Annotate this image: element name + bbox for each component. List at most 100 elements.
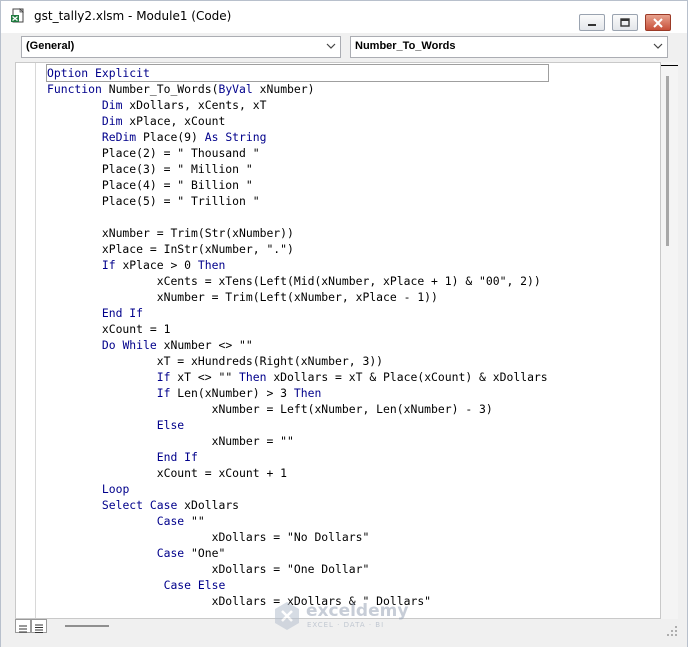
code-line[interactable]: Dim xDollars, xCents, xT xyxy=(47,97,548,113)
code-line[interactable]: Function Number_To_Words(ByVal xNumber) xyxy=(47,81,548,97)
code-line[interactable]: End If xyxy=(47,305,548,321)
code-token: xDollars xyxy=(177,498,240,512)
code-keyword: Then xyxy=(293,386,322,400)
code-token: Place(2) = " Thousand " xyxy=(47,146,260,160)
procedure-combo-value: Number_To_Words xyxy=(355,40,456,52)
chevron-down-icon xyxy=(326,43,336,49)
margin-indicator-bar[interactable] xyxy=(16,63,36,618)
code-line[interactable]: Do While xNumber <> "" xyxy=(47,337,548,353)
code-line[interactable]: Case "One" xyxy=(47,545,548,561)
code-keyword: As String xyxy=(204,130,267,144)
procedure-view-button[interactable] xyxy=(15,619,31,633)
code-keyword: Do While xyxy=(101,338,157,352)
code-line[interactable]: xDollars = "One Dollar" xyxy=(47,561,548,577)
horizontal-scroll-thumb[interactable] xyxy=(65,625,109,627)
code-keyword: End If xyxy=(101,306,144,320)
scroll-thumb[interactable] xyxy=(666,76,669,246)
code-line[interactable]: Place(4) = " Billion " xyxy=(47,177,548,193)
code-keyword: ReDim xyxy=(101,130,137,144)
code-token: xNumber <> "" xyxy=(156,338,253,352)
code-line[interactable]: xCount = 1 xyxy=(47,321,548,337)
code-line[interactable]: Place(5) = " Trillion " xyxy=(47,193,548,209)
code-token: xNumber = Trim(Str(xNumber)) xyxy=(47,226,294,240)
code-token: Place(5) = " Trillion " xyxy=(47,194,260,208)
code-token: xPlace = InStr(xNumber, ".") xyxy=(47,242,294,256)
code-token: "One" xyxy=(184,546,226,560)
code-keyword: End If xyxy=(156,450,198,464)
code-line[interactable]: If xT <> "" Then xDollars = xT & Place(x… xyxy=(47,369,548,385)
code-line[interactable]: xNumber = Trim(Str(xNumber)) xyxy=(47,225,548,241)
code-line[interactable]: xCount = xCount + 1 xyxy=(47,465,548,481)
code-line[interactable] xyxy=(47,209,548,225)
code-token: xPlace > 0 xyxy=(115,258,198,272)
code-line[interactable]: End If xyxy=(47,449,548,465)
code-line[interactable]: xNumber = "" xyxy=(47,433,548,449)
title-bar[interactable]: gst_tally2.xlsm - Module1 (Code) xyxy=(1,1,687,33)
code-line[interactable]: xNumber = Trim(Left(xNumber, xPlace - 1)… xyxy=(47,289,548,305)
split-bar[interactable] xyxy=(661,65,678,66)
code-keyword: Dim xyxy=(101,98,123,112)
close-button[interactable] xyxy=(645,14,671,31)
full-module-view-icon xyxy=(35,624,43,633)
code-keyword: Dim xyxy=(101,114,123,128)
code-line[interactable]: xT = xHundreds(Right(xNumber, 3)) xyxy=(47,353,548,369)
code-token: xDollars = xT & Place(xCount) & xDollars xyxy=(266,370,548,384)
code-line[interactable]: Case "" xyxy=(47,513,548,529)
vbe-code-window: gst_tally2.xlsm - Module1 (Code) (Genera… xyxy=(0,0,688,647)
code-token: Number_To_Words( xyxy=(101,82,219,96)
code-token: xNumber = Left(xNumber, Len(xNumber) - 3… xyxy=(47,402,493,416)
code-token: xCount = 1 xyxy=(47,322,171,336)
resize-grip-icon[interactable] xyxy=(665,624,679,638)
code-line[interactable]: Else xyxy=(47,417,548,433)
code-line[interactable]: Option Explicit xyxy=(46,64,549,82)
object-combo[interactable]: (General) xyxy=(21,36,341,58)
code-keyword: Then xyxy=(239,370,267,384)
code-line[interactable]: If Len(xNumber) > 3 Then xyxy=(47,385,548,401)
code-editor[interactable]: Option Explicit Function Number_To_Words(… xyxy=(15,62,661,619)
code-line[interactable]: Dim xPlace, xCount xyxy=(47,113,548,129)
code-token: xDollars = "No Dollars" xyxy=(47,530,370,544)
watermark-name: exceldemy xyxy=(306,601,409,621)
code-toolbar: (General) Number_To_Words xyxy=(1,33,687,61)
code-line[interactable]: If xPlace > 0 Then xyxy=(47,257,548,273)
code-keyword: Select Case xyxy=(101,498,178,512)
code-line[interactable]: Select Case xDollars xyxy=(47,497,548,513)
code-line[interactable]: Case Else xyxy=(47,577,548,593)
code-line[interactable]: xDollars = "No Dollars" xyxy=(47,529,548,545)
restore-button[interactable] xyxy=(612,14,638,31)
code-line[interactable]: ReDim Place(9) As String xyxy=(47,129,548,145)
code-token: xDollars, xCents, xT xyxy=(122,98,267,112)
vertical-scrollbar[interactable] xyxy=(661,62,678,619)
code-text[interactable]: Option Explicit Function Number_To_Words(… xyxy=(46,64,549,609)
code-keyword: Option Explicit xyxy=(47,66,150,80)
code-line[interactable]: xCents = xTens(Left(Mid(xNumber, xPlace … xyxy=(47,273,548,289)
code-token: "" xyxy=(184,514,205,528)
procedure-view-icon xyxy=(19,625,27,633)
code-token: xPlace, xCount xyxy=(122,114,226,128)
close-icon xyxy=(653,18,663,28)
code-line[interactable]: xNumber = Left(xNumber, Len(xNumber) - 3… xyxy=(47,401,548,417)
code-token: Len(xNumber) > 3 xyxy=(170,386,294,400)
code-token: xNumber = "" xyxy=(47,434,294,448)
excel-doc-icon xyxy=(10,8,26,24)
code-line[interactable]: xPlace = InStr(xNumber, ".") xyxy=(47,241,548,257)
code-line[interactable]: Place(3) = " Million " xyxy=(47,161,548,177)
full-module-view-button[interactable] xyxy=(31,619,47,633)
code-line[interactable]: Place(2) = " Thousand " xyxy=(47,145,548,161)
exceldemy-watermark: exceldemy EXCEL · DATA · BI xyxy=(273,599,423,633)
procedure-combo[interactable]: Number_To_Words xyxy=(350,36,668,58)
code-line[interactable]: Loop xyxy=(47,481,548,497)
code-token: xDollars = "One Dollar" xyxy=(47,562,370,576)
code-token: Place(4) = " Billion " xyxy=(47,178,253,192)
window-title: gst_tally2.xlsm - Module1 (Code) xyxy=(34,9,232,23)
minimize-button[interactable] xyxy=(579,14,605,31)
watermark-tagline: EXCEL · DATA · BI xyxy=(307,621,385,629)
